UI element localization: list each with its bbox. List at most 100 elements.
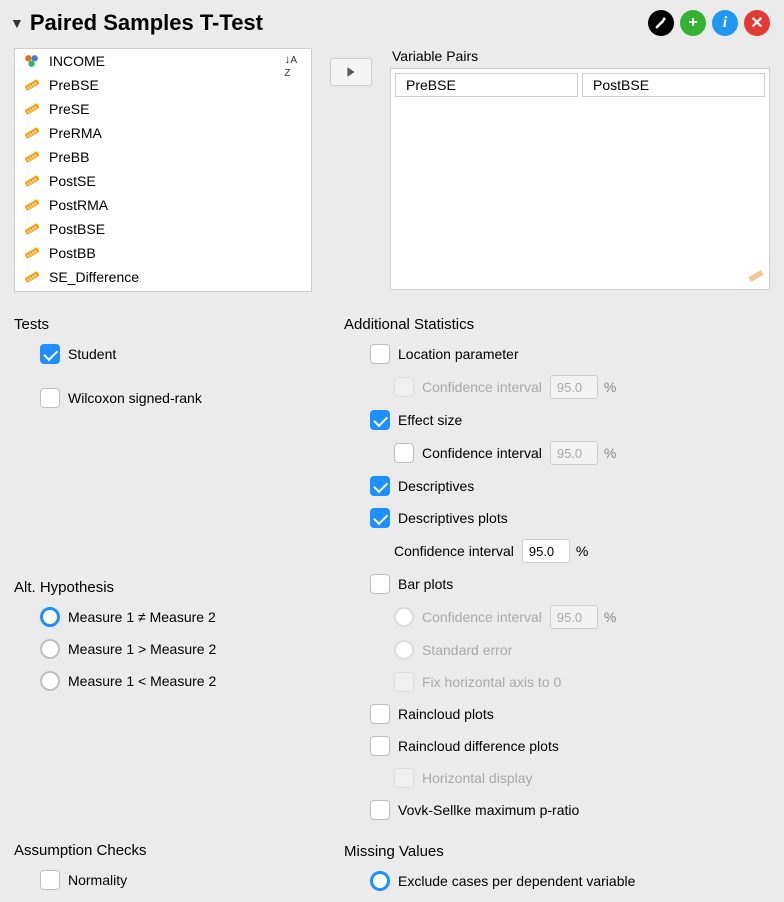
student-label: Student [68,346,116,362]
barplots-fix0-checkbox [394,672,414,692]
variable-name: PreSE [49,101,89,117]
scale-icon [23,76,41,94]
student-checkbox[interactable] [40,344,60,364]
assign-pair-button[interactable] [330,58,372,86]
effect-size-label: Effect size [398,412,462,428]
assumption-checks-title: Assumption Checks [14,842,324,859]
descriptives-checkbox[interactable] [370,476,390,496]
nominal-icon [23,52,41,70]
add-button[interactable]: + [680,10,706,36]
collapse-toggle-icon[interactable]: ▼ [10,15,24,31]
normality-checkbox[interactable] [40,870,60,890]
effect-ci-label: Confidence interval [422,445,542,461]
descplots-ci-input[interactable] [522,539,570,563]
vovk-sellke-checkbox[interactable] [370,800,390,820]
variable-row[interactable]: PostSE [15,169,311,193]
location-ci-label: Confidence interval [422,379,542,395]
variable-row[interactable]: PreSE [15,97,311,121]
alt-neq-label: Measure 1 ≠ Measure 2 [68,609,216,625]
pencil-icon [653,15,669,31]
bar-plots-label: Bar plots [398,576,453,592]
edit-button[interactable] [648,10,674,36]
descplots-ci-label: Confidence interval [394,543,514,559]
variable-name: PreRMA [49,125,102,141]
location-parameter-checkbox[interactable] [370,344,390,364]
scale-icon [23,172,41,190]
scale-icon [23,124,41,142]
barplots-ci-input [550,605,598,629]
variable-row[interactable]: PostRMA [15,193,311,217]
raincloud-plots-checkbox[interactable] [370,704,390,724]
scale-icon [23,100,41,118]
raincloud-plots-label: Raincloud plots [398,706,494,722]
pct-label: % [604,379,616,395]
bar-plots-checkbox[interactable] [370,574,390,594]
pct-label: % [604,609,616,625]
raincloud-horizontal-checkbox [394,768,414,788]
descriptives-plots-label: Descriptives plots [398,510,508,526]
alt-lt-label: Measure 1 < Measure 2 [68,673,216,689]
variable-row[interactable]: PreRMA [15,121,311,145]
effect-ci-checkbox[interactable] [394,443,414,463]
location-ci-checkbox [394,377,414,397]
variable-row[interactable]: PostBSE [15,217,311,241]
variable-row[interactable]: PreBB [15,145,311,169]
alt-hypothesis-title: Alt. Hypothesis [14,579,324,596]
variable-name: PreBB [49,149,89,165]
variable-name: PostSE [49,173,96,189]
raincloud-diff-label: Raincloud difference plots [398,738,559,754]
raincloud-horizontal-label: Horizontal display [422,770,533,786]
scale-icon [23,244,41,262]
barplots-se-label: Standard error [422,642,512,658]
location-parameter-label: Location parameter [398,346,519,362]
variable-pairs-label: Variable Pairs [390,48,770,64]
variable-row[interactable]: PreBSE [15,73,311,97]
scale-icon [23,148,41,166]
location-ci-input [550,375,598,399]
wilcoxon-checkbox[interactable] [40,388,60,408]
exclude-per-dependent-radio[interactable] [370,871,390,891]
variable-pairs-box[interactable]: PreBSEPostBSE [390,68,770,290]
effect-size-checkbox[interactable] [370,410,390,430]
effect-ci-input [550,441,598,465]
variable-row[interactable]: SE_Difference [15,265,311,289]
sort-button[interactable]: ↓AZ [284,53,297,79]
variable-name: PostRMA [49,197,108,213]
alt-gt-radio[interactable] [40,639,60,659]
variable-name: PreBSE [49,77,99,93]
barplots-fix0-label: Fix horizontal axis to 0 [422,674,561,690]
barplots-se-radio [394,640,414,660]
wilcoxon-label: Wilcoxon signed-rank [68,390,202,406]
pair-cell-a[interactable]: PreBSE [395,73,578,97]
arrow-right-icon [345,66,357,78]
close-button[interactable]: ✕ [744,10,770,36]
variable-name: SE_Difference [49,269,139,285]
variable-row[interactable]: PostBB [15,241,311,265]
pair-row[interactable]: PreBSEPostBSE [395,73,765,97]
missing-values-title: Missing Values [344,843,770,860]
variable-name: INCOME [49,53,105,69]
alt-gt-label: Measure 1 > Measure 2 [68,641,216,657]
vovk-sellke-label: Vovk-Sellke maximum p-ratio [398,802,579,818]
tests-title: Tests [14,316,324,333]
descriptives-label: Descriptives [398,478,474,494]
ruler-corner-icon [747,267,765,285]
panel-title: Paired Samples T-Test [30,10,648,36]
scale-icon [23,220,41,238]
alt-neq-radio[interactable] [40,607,60,627]
scale-icon [23,268,41,286]
variable-list[interactable]: ↓AZ INCOME PreBSE PreSE PreRMA PreBB PostSE Po… [14,48,312,292]
pct-label: % [604,445,616,461]
variable-row[interactable]: INCOME [15,49,311,73]
info-button[interactable]: i [712,10,738,36]
alt-lt-radio[interactable] [40,671,60,691]
pair-cell-b[interactable]: PostBSE [582,73,765,97]
exclude-per-dependent-label: Exclude cases per dependent variable [398,873,635,889]
additional-statistics-title: Additional Statistics [344,316,770,333]
variable-name: PostBSE [49,221,105,237]
descriptives-plots-checkbox[interactable] [370,508,390,528]
scale-icon [23,196,41,214]
raincloud-diff-checkbox[interactable] [370,736,390,756]
pct-label: % [576,543,588,559]
barplots-ci-radio [394,607,414,627]
